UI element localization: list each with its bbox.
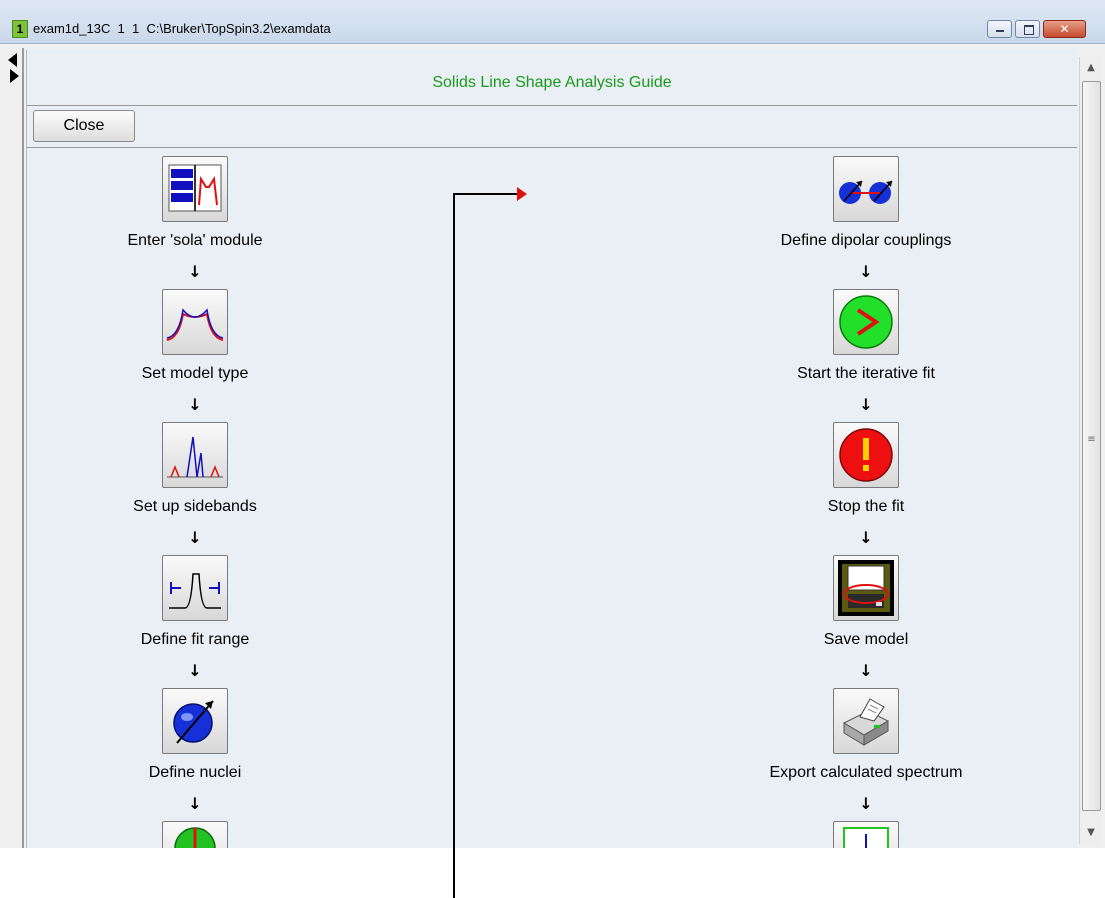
dipolar-couplings-button[interactable] bbox=[833, 156, 899, 222]
splitter-line[interactable] bbox=[22, 48, 24, 848]
fit-range-icon bbox=[169, 573, 221, 609]
flow-arrow-tip-icon bbox=[517, 187, 527, 201]
stop-fit-icon bbox=[839, 428, 893, 482]
save-model-button[interactable] bbox=[833, 555, 899, 621]
divider bbox=[27, 147, 1077, 148]
step-label: Set model type bbox=[141, 365, 249, 382]
title-bar: 1 exam1d_13C 1 1 C:\Bruker\TopSpin3.2\ex… bbox=[0, 0, 1105, 44]
down-arrow-icon: ↓ bbox=[859, 661, 873, 680]
divider bbox=[27, 105, 1077, 106]
minimize-button[interactable] bbox=[987, 20, 1012, 38]
dipolar-couplings-icon bbox=[839, 180, 893, 204]
close-icon: ✕ bbox=[1059, 22, 1070, 36]
fit-range-button[interactable] bbox=[162, 555, 228, 621]
nuclei-button[interactable] bbox=[162, 688, 228, 754]
window-close-button[interactable]: ✕ bbox=[1043, 20, 1086, 38]
down-arrow-icon: ↓ bbox=[188, 661, 202, 680]
model-type-icon bbox=[166, 308, 224, 341]
step-next-partial bbox=[27, 821, 367, 848]
down-arrow-icon: ↓ bbox=[859, 395, 873, 414]
start-fit-button[interactable] bbox=[833, 289, 899, 355]
step-label: Set up sidebands bbox=[133, 498, 257, 515]
model-type-button[interactable] bbox=[162, 289, 228, 355]
step-label: Define fit range bbox=[140, 631, 250, 648]
save-model-icon bbox=[838, 560, 894, 616]
down-arrow-icon: ↓ bbox=[859, 262, 873, 281]
maximize-button[interactable] bbox=[1015, 20, 1040, 38]
collapse-left-icon[interactable] bbox=[8, 53, 17, 67]
scroll-up-icon[interactable]: ▲ bbox=[1080, 57, 1102, 79]
close-button[interactable]: Close bbox=[33, 110, 135, 142]
left-edge bbox=[4, 48, 22, 848]
stop-fit-button[interactable] bbox=[833, 422, 899, 488]
down-arrow-icon: ↓ bbox=[188, 794, 202, 813]
window-number-badge: 1 bbox=[12, 20, 28, 38]
scroll-down-icon[interactable]: ▼ bbox=[1080, 822, 1102, 844]
down-arrow-icon: ↓ bbox=[188, 528, 202, 547]
export-spectrum-icon bbox=[842, 698, 890, 746]
sola-module-button[interactable] bbox=[162, 156, 228, 222]
guide-panel: Solids Line Shape Analysis Guide Close E… bbox=[26, 50, 1077, 898]
down-arrow-icon: ↓ bbox=[188, 262, 202, 281]
down-arrow-icon: ↓ bbox=[188, 395, 202, 414]
scrollbar-thumb[interactable]: ≡ bbox=[1082, 81, 1101, 811]
down-arrow-icon: ↓ bbox=[859, 794, 873, 813]
next-step-button[interactable] bbox=[162, 821, 228, 848]
sidebands-button[interactable] bbox=[162, 422, 228, 488]
step-label: Enter 'sola' module bbox=[127, 232, 263, 249]
minimize-icon bbox=[996, 30, 1004, 32]
down-arrow-icon: ↓ bbox=[859, 528, 873, 547]
sidebands-icon bbox=[167, 436, 223, 478]
vertical-scrollbar[interactable]: ▲ ≡ ▼ bbox=[1079, 57, 1102, 844]
next-step-icon bbox=[174, 827, 216, 848]
window-title: exam1d_13C 1 1 C:\Bruker\TopSpin3.2\exam… bbox=[33, 21, 331, 36]
step-label: Stop the fit bbox=[827, 498, 905, 515]
nuclei-icon bbox=[173, 700, 214, 744]
step-next-partial-right bbox=[698, 821, 1038, 848]
step-label: Save model bbox=[823, 631, 909, 648]
step-label: Start the iterative fit bbox=[797, 365, 935, 382]
next-step-button[interactable] bbox=[833, 821, 899, 848]
expand-right-icon[interactable] bbox=[10, 69, 19, 83]
step-label: Define nuclei bbox=[148, 764, 242, 781]
flow-connector-horizontal bbox=[453, 193, 523, 195]
export-spectrum-button[interactable] bbox=[833, 688, 899, 754]
start-fit-icon bbox=[839, 295, 893, 349]
spectrum-view-icon bbox=[843, 827, 889, 848]
guide-title: Solids Line Shape Analysis Guide bbox=[432, 74, 672, 91]
maximize-icon bbox=[1024, 25, 1034, 35]
flow-connector-vertical bbox=[453, 193, 455, 898]
step-label: Export calculated spectrum bbox=[769, 764, 963, 781]
grip-icon: ≡ bbox=[1087, 434, 1096, 445]
sola-module-icon bbox=[168, 164, 222, 212]
step-label: Define dipolar couplings bbox=[780, 232, 952, 249]
